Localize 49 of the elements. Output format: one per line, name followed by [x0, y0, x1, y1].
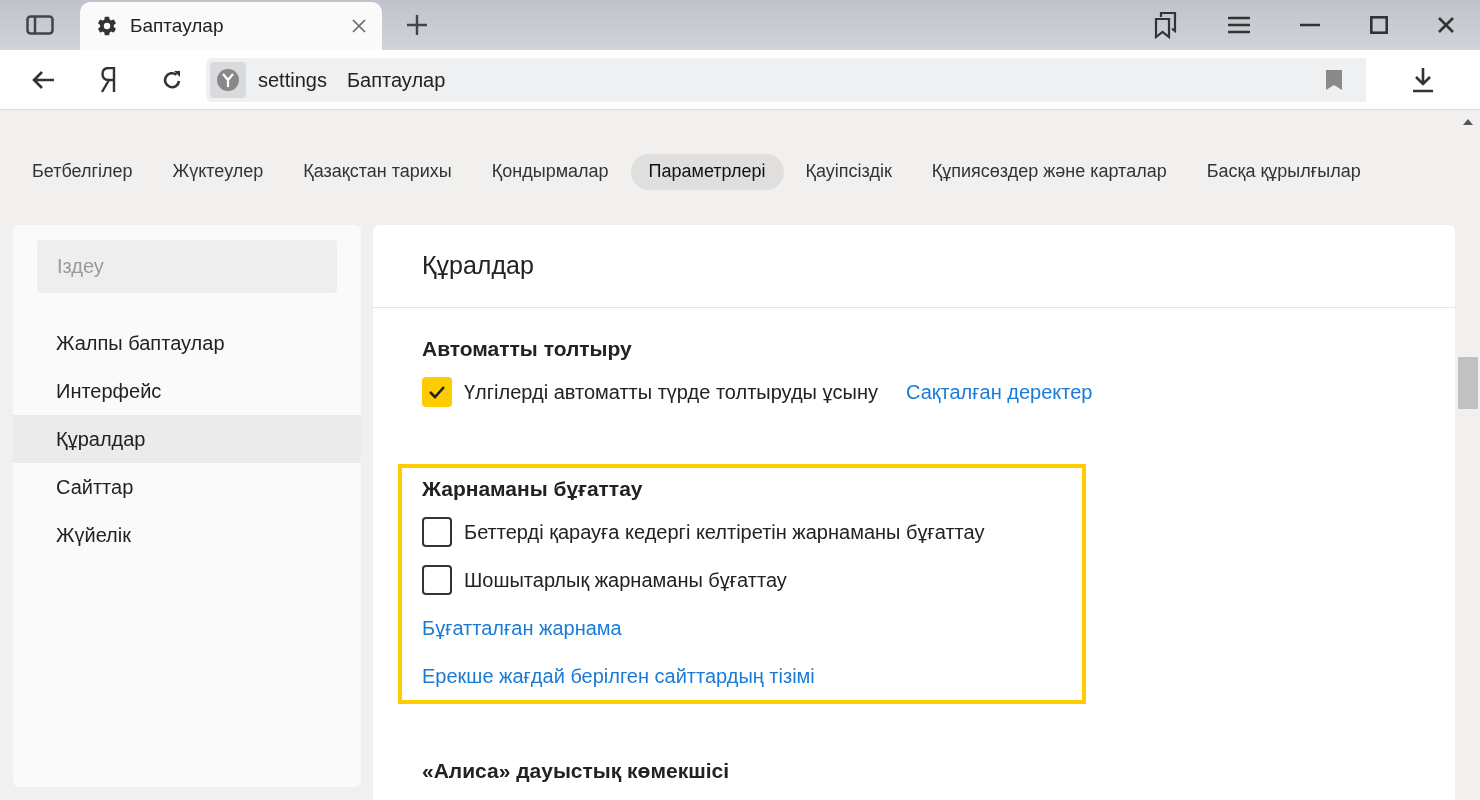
address-bar[interactable]: settings Баптаулар — [206, 57, 1366, 102]
nav-tab[interactable]: Басқа құрылғылар — [1188, 153, 1379, 190]
nav-tab[interactable]: Бетбелгілер — [14, 153, 151, 190]
section-heading: Жарнаманы бұғаттау — [422, 476, 644, 503]
bookmark-icon[interactable] — [1326, 69, 1342, 90]
nav-tab[interactable]: Қазақстан тарихы — [285, 153, 470, 190]
close-icon[interactable] — [352, 19, 366, 33]
tab-title: Баптаулар — [130, 13, 225, 38]
sidebar-item[interactable]: Құралдар — [13, 415, 361, 463]
site-badge-icon — [216, 67, 240, 92]
sidebar-item[interactable]: Жалпы баптаулар — [13, 319, 361, 367]
scroll-up-arrow-icon[interactable] — [1462, 119, 1473, 125]
checkbox[interactable] — [422, 565, 452, 595]
sidebar-item[interactable]: Жүйелік — [13, 511, 361, 559]
scrollbar-thumb[interactable] — [1457, 357, 1478, 409]
sidebar-item[interactable]: Интерфейс — [13, 367, 361, 415]
checkmark-icon — [428, 385, 446, 399]
back-arrow-icon[interactable] — [30, 69, 55, 90]
section-heading: Автоматты толтыру — [422, 336, 633, 363]
search-field[interactable]: Іздеу — [37, 240, 337, 293]
ya-logo-icon[interactable] — [100, 66, 116, 93]
settings-link[interactable]: Ерекше жағдай берілген сайттардың тізімі — [422, 661, 815, 691]
checkbox[interactable] — [422, 377, 452, 407]
nav-tab[interactable]: Параметрлері — [630, 153, 784, 190]
checkbox-label[interactable]: Беттерді қарауға кедергі келтіретін жарнаманы бұғаттау — [464, 517, 985, 547]
minimize-icon[interactable] — [1300, 23, 1320, 27]
sidebar-item[interactable]: Сайттар — [13, 463, 361, 511]
browser-tab[interactable]: Баптаулар — [80, 2, 382, 50]
page-title: Баптаулар — [346, 67, 447, 93]
nav-tab[interactable]: Қауіпсіздік — [787, 153, 910, 190]
sidebar-toggle-icon[interactable] — [26, 15, 54, 35]
nav-tab[interactable]: Жүктеулер — [154, 153, 282, 190]
menu-icon[interactable] — [1228, 16, 1250, 34]
checkbox-label[interactable]: Үлгілерді автоматты түрде толтыруды ұсыну — [464, 377, 878, 407]
nav-tab[interactable]: Қондырмалар — [473, 153, 627, 190]
gear-icon — [96, 15, 118, 37]
settings-link[interactable]: Бұғатталған жарнама — [422, 613, 622, 643]
maximize-icon[interactable] — [1370, 16, 1388, 34]
bookmarks-icon[interactable] — [1154, 11, 1178, 39]
section-heading: «Алиса» дауыстық көмекшісі — [422, 758, 730, 785]
download-icon[interactable] — [1411, 66, 1435, 93]
plus-icon[interactable] — [406, 14, 428, 36]
checkbox[interactable] — [422, 517, 452, 547]
url-scheme: settings — [258, 67, 327, 93]
close-icon[interactable] — [1438, 17, 1454, 33]
panel-title: Құралдар — [373, 225, 1455, 308]
nav-tab[interactable]: Құпиясөздер және карталар — [913, 153, 1185, 190]
saved-data-link[interactable]: Сақталған деректер — [905, 377, 1093, 407]
checkbox-label[interactable]: Шошытарлық жарнаманы бұғаттау — [464, 565, 787, 595]
